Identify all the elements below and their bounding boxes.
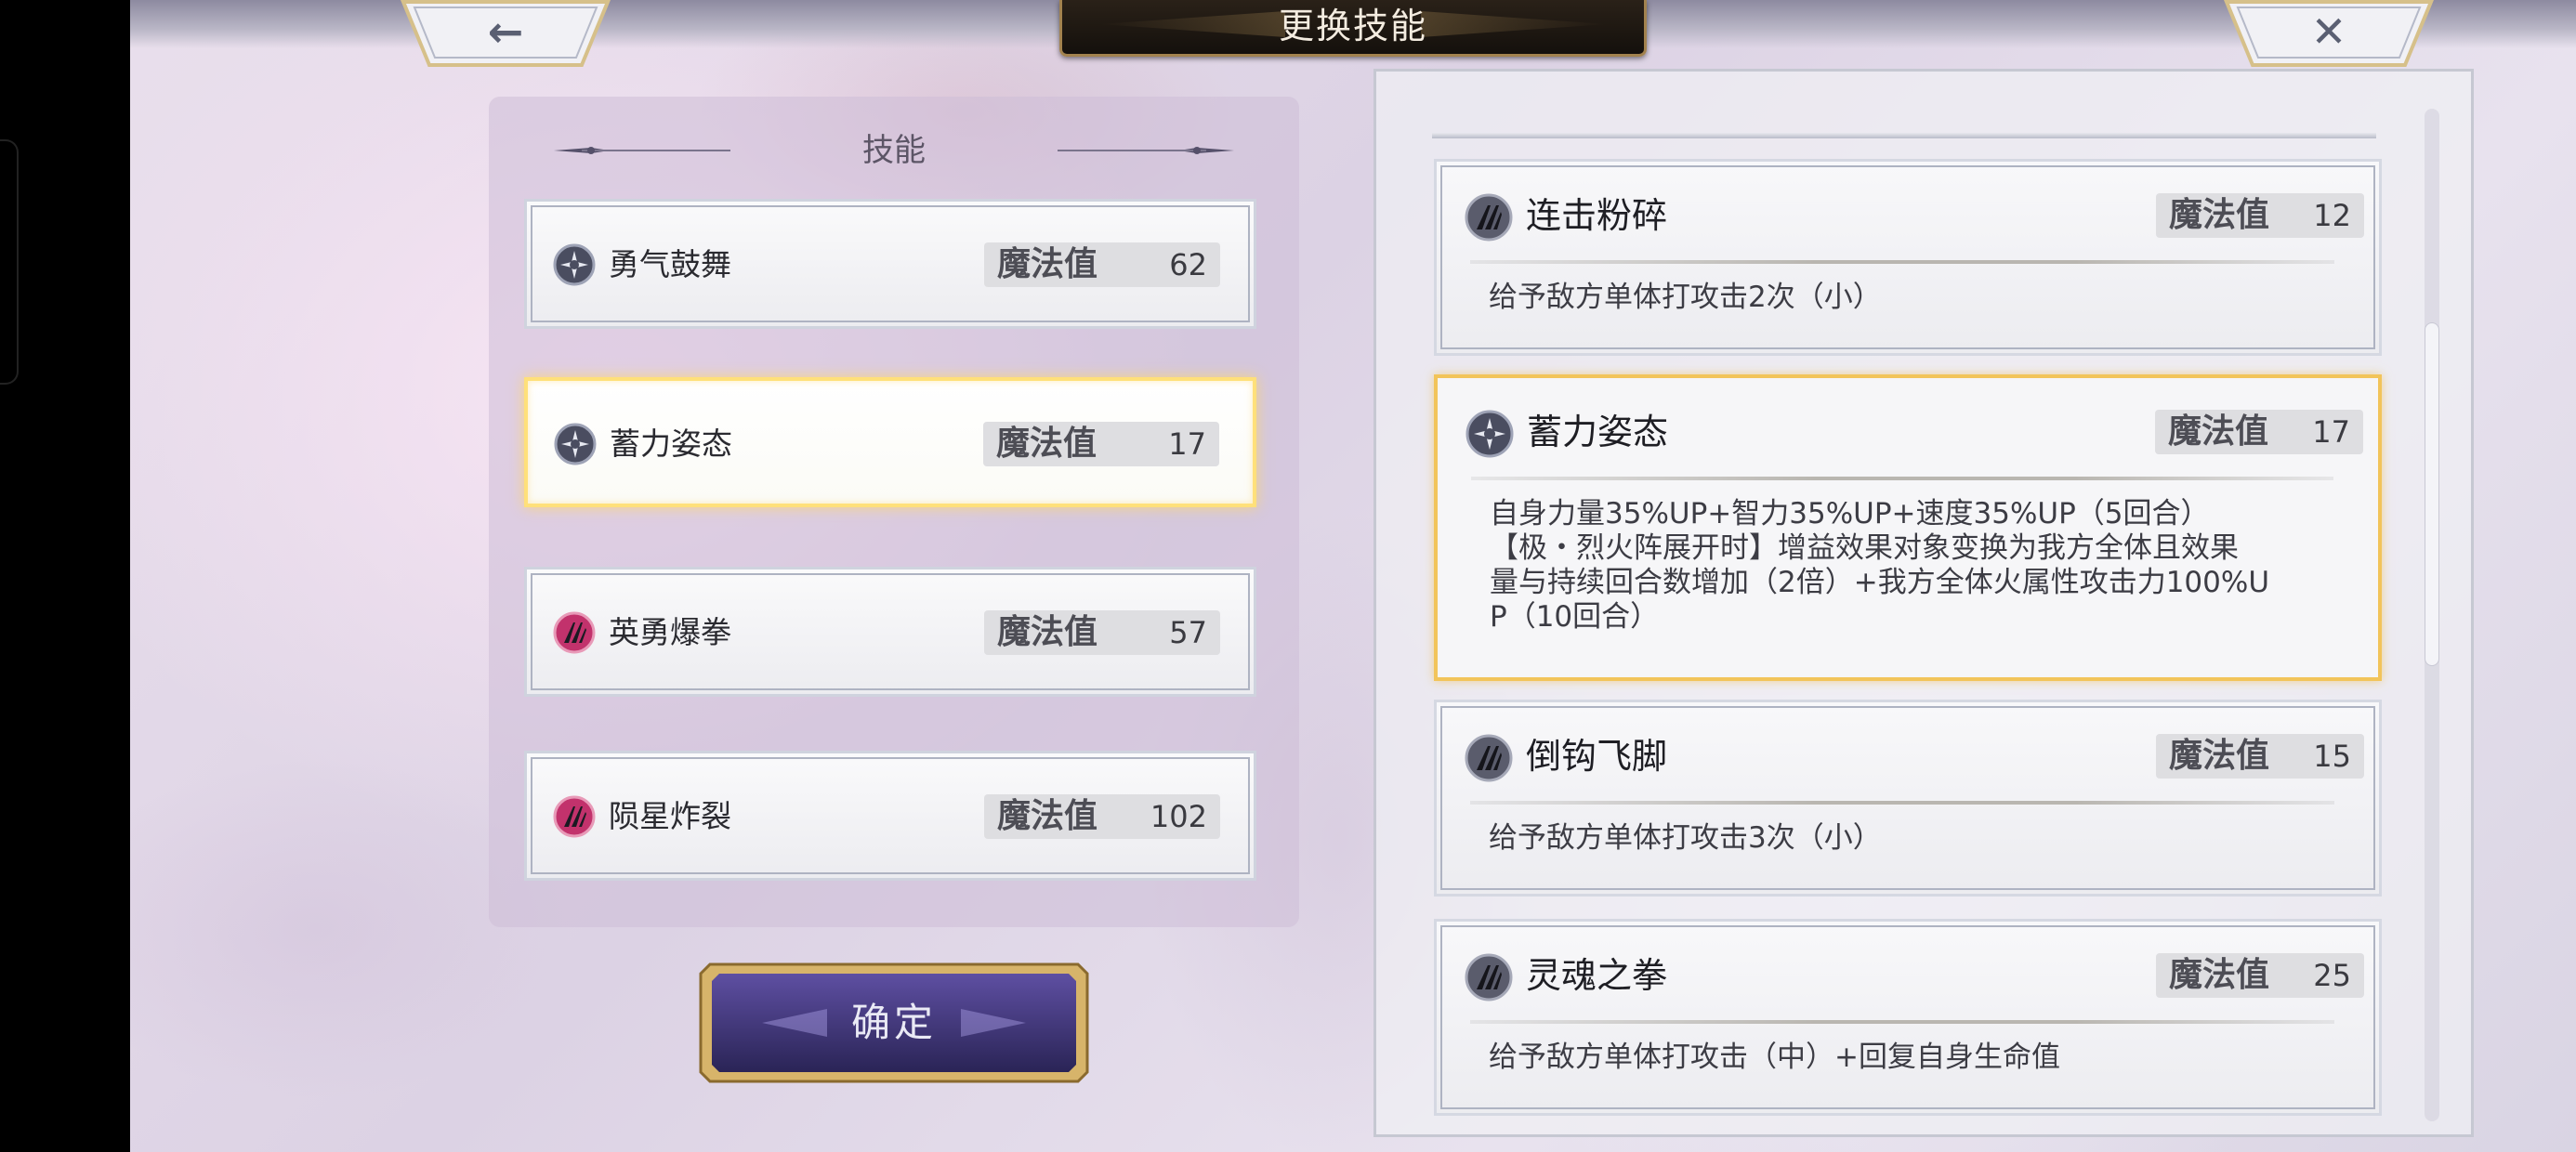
mp-badge: 魔法值 25 [2156, 953, 2364, 998]
mp-label: 魔法值 [2169, 196, 2270, 234]
mp-label: 魔法值 [2169, 956, 2270, 994]
confirm-button[interactable]: 确定 [697, 961, 1091, 1085]
buff-icon [1465, 410, 1514, 458]
skill-description: 给予敌方单体打攻击3次（小） [1489, 821, 1882, 855]
skill-name: 灵魂之拳 [1526, 955, 1668, 996]
skill-card-3[interactable]: 倒钩飞脚 魔法值 15 给予敌方单体打攻击3次（小） [1434, 700, 2382, 897]
mp-badge: 魔法值 15 [2156, 734, 2364, 779]
mp-label: 魔法值 [997, 613, 1098, 651]
skill-list-panel: 连击粉碎 魔法值 12 给予敌方单体打攻击2次（小） 蓄力姿态 魔法值 17 自身力… [1373, 69, 2474, 1137]
mp-badge: 魔法值 17 [2155, 410, 2363, 454]
list-top-separator [1432, 133, 2376, 138]
mp-badge: 魔法值 17 [983, 422, 1219, 466]
skill-slot-3[interactable]: 英勇爆拳 魔法值 57 [524, 567, 1256, 697]
buff-icon [553, 243, 596, 286]
device-notch [0, 139, 19, 385]
card-divider [1470, 260, 2334, 264]
skill-list[interactable]: 连击粉碎 魔法值 12 给予敌方单体打攻击2次（小） 蓄力姿态 魔法值 17 自身力… [1376, 99, 2417, 1121]
close-icon: ✕ [2310, 7, 2347, 57]
device-bezel [0, 0, 130, 1152]
skill-name: 连击粉碎 [1526, 195, 1668, 236]
buff-icon [554, 423, 597, 465]
mp-badge: 魔法值 57 [984, 610, 1220, 655]
page-title: 更换技能 [1278, 6, 1427, 46]
close-button[interactable]: ✕ [2223, 0, 2435, 69]
mp-value: 57 [1169, 615, 1207, 650]
skill-description: 自身力量35%UP+智力35%UP+速度35%UP（5回合） 【极・烈火阵展开时… [1490, 497, 2270, 634]
game-screen: ← ✕ 更换技能 技能 勇气鼓舞 魔法值 62 蓄力姿态 魔法值 17 英勇爆拳… [130, 0, 2576, 1152]
mp-value: 17 [1168, 426, 1206, 462]
mp-badge: 魔法值 12 [2156, 193, 2364, 238]
skill-description: 给予敌方单体打攻击（中）+回复自身生命值 [1489, 1041, 2060, 1074]
mp-label: 魔法值 [996, 425, 1097, 463]
attack-icon [1465, 734, 1513, 782]
card-divider [1470, 1020, 2334, 1024]
skill-card-2[interactable]: 蓄力姿态 魔法值 17 自身力量35%UP+智力35%UP+速度35%UP（5回合… [1434, 374, 2382, 681]
mp-label: 魔法值 [2168, 412, 2269, 451]
skill-card-4[interactable]: 灵魂之拳 魔法值 25 给予敌方单体打攻击（中）+回复自身生命值 [1434, 919, 2382, 1116]
skill-card-1[interactable]: 连击粉碎 魔法值 12 给予敌方单体打攻击2次（小） [1434, 159, 2382, 356]
attack-icon [1465, 953, 1513, 1001]
skill-slot-2[interactable]: 蓄力姿态 魔法值 17 [524, 377, 1256, 507]
mp-badge: 魔法值 102 [984, 794, 1220, 839]
skill-slot-4[interactable]: 陨星炸裂 魔法值 102 [524, 751, 1256, 881]
skill-name: 蓄力姿态 [1527, 412, 1669, 452]
mp-label: 魔法值 [997, 245, 1098, 283]
mp-value: 102 [1150, 799, 1207, 834]
slot-name: 英勇爆拳 [609, 614, 731, 650]
title-plate: 更换技能 [1059, 0, 1647, 57]
mp-value: 25 [2313, 958, 2351, 993]
scrollbar[interactable] [2425, 109, 2439, 1121]
skill-name: 倒钩飞脚 [1526, 736, 1668, 777]
mp-badge: 魔法值 62 [984, 242, 1220, 287]
fire-attack-icon [553, 611, 596, 654]
mp-value: 62 [1169, 247, 1207, 282]
slot-name: 勇气鼓舞 [609, 246, 731, 282]
scrollbar-thumb[interactable] [2425, 322, 2439, 666]
divider-ornament [1058, 147, 1234, 154]
mp-label: 魔法值 [997, 797, 1098, 835]
back-button[interactable]: ← [400, 0, 611, 69]
mp-value: 15 [2313, 739, 2351, 774]
equipped-skills-panel: 技能 勇气鼓舞 魔法值 62 蓄力姿态 魔法值 17 英勇爆拳 魔法值 57 陨星炸裂… [489, 97, 1299, 927]
arrow-left-icon: ← [487, 7, 524, 57]
mp-value: 12 [2313, 198, 2351, 233]
mp-label: 魔法值 [2169, 737, 2270, 775]
skill-slot-1[interactable]: 勇气鼓舞 魔法值 62 [524, 199, 1256, 329]
card-divider [1470, 801, 2334, 805]
confirm-label: 确定 [850, 1000, 937, 1045]
card-divider [1471, 477, 2333, 480]
slot-name: 陨星炸裂 [609, 798, 731, 834]
skill-description: 给予敌方单体打攻击2次（小） [1489, 281, 1882, 314]
slot-name: 蓄力姿态 [610, 425, 732, 462]
mp-value: 17 [2312, 414, 2350, 450]
fire-attack-icon [553, 795, 596, 838]
attack-icon [1465, 193, 1513, 242]
